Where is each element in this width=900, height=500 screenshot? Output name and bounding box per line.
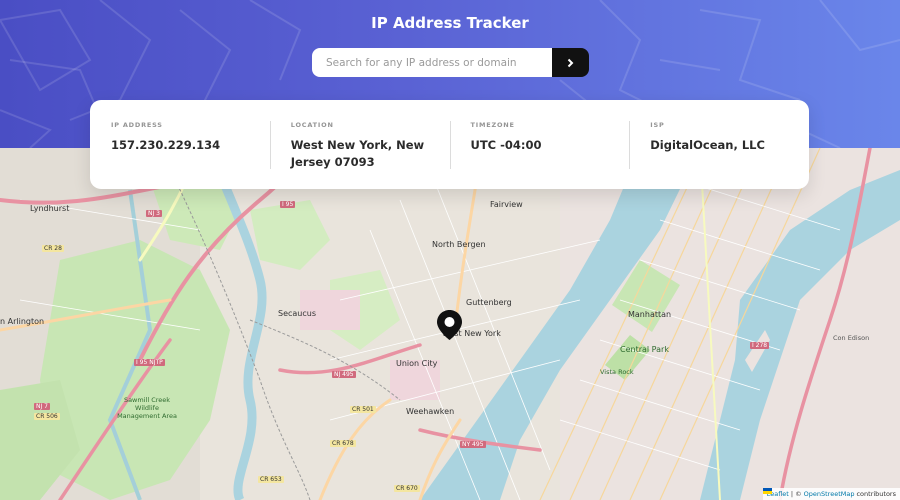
road-shield-cr28: CR 28 [42, 245, 64, 252]
road-shield-i95-njtp: I 95 NJTP [134, 359, 165, 366]
road-shield-cr653: CR 653 [258, 476, 284, 483]
location-section: LOCATION West New York, New Jersey 07093 [269, 100, 450, 189]
chevron-right-icon [567, 58, 574, 67]
ip-address-section: IP ADDRESS 157.230.229.134 [90, 100, 270, 189]
map-label-north-bergen: North Bergen [432, 240, 486, 249]
map-attribution: Leaflet | © OpenStreetMap contributors [762, 488, 900, 500]
road-shield-i278: I 278 [750, 342, 770, 349]
map-label-fairview: Fairview [490, 200, 523, 209]
search-submit-button[interactable] [552, 48, 589, 77]
road-shield-ny495: NY 495 [460, 441, 486, 448]
attribution-contributors: contributors [856, 490, 896, 498]
timezone-section: TIMEZONE UTC -04:00 [449, 100, 630, 189]
isp-section: ISP DigitalOcean, LLC [629, 100, 809, 189]
ip-info-card: IP ADDRESS 157.230.229.134 LOCATION West… [90, 100, 809, 189]
map-label-con-edison: Con Edison [833, 334, 870, 342]
map-label-vista-rock: Vista Rock [600, 368, 634, 376]
map-label-sawmill-creek: Sawmill Creek Wildlife Management Area [117, 396, 177, 420]
map-label-weehawken: Weehawken [406, 407, 455, 416]
map-label-secaucus: Secaucus [278, 309, 317, 318]
road-shield-cr678: CR 678 [330, 440, 356, 447]
search-input[interactable] [312, 48, 552, 77]
page-title: IP Address Tracker [371, 14, 529, 32]
attribution-separator: | © [790, 490, 802, 498]
map-label-union-city: Union City [396, 359, 438, 368]
location-value: West New York, New Jersey 07093 [290, 138, 425, 169]
openstreetmap-link[interactable]: OpenStreetMap [804, 490, 855, 498]
map-label-guttenberg: Guttenberg [466, 298, 512, 307]
road-shield-cr670: CR 670 [394, 485, 420, 492]
road-shield-cr501: CR 501 [350, 406, 376, 413]
search-form [312, 48, 589, 77]
road-shield-nj495: NJ 495 [332, 371, 356, 378]
timezone-value: UTC -04:00 [470, 138, 542, 152]
map-label-arlington: n Arlington [0, 317, 45, 326]
isp-label: ISP [650, 121, 665, 129]
ip-address-value: 157.230.229.134 [111, 138, 221, 152]
location-label: LOCATION [290, 121, 334, 129]
isp-value: DigitalOcean, LLC [650, 138, 765, 152]
road-shield-nj3: NJ 3 [146, 210, 162, 217]
road-shield-cr506: CR 506 [34, 413, 60, 420]
location-marker-icon[interactable] [437, 310, 462, 340]
timezone-label: TIMEZONE [470, 121, 515, 129]
ip-address-label: IP ADDRESS [111, 121, 163, 129]
map-label-central-park: Central Park [620, 345, 669, 354]
map-label-lyndhurst: Lyndhurst [30, 204, 70, 213]
ukraine-flag-icon [762, 488, 772, 494]
map-label-manhattan: Manhattan [628, 310, 672, 319]
road-shield-nj7: NJ 7 [34, 403, 50, 410]
road-shield-i95: I 95 [280, 201, 296, 208]
